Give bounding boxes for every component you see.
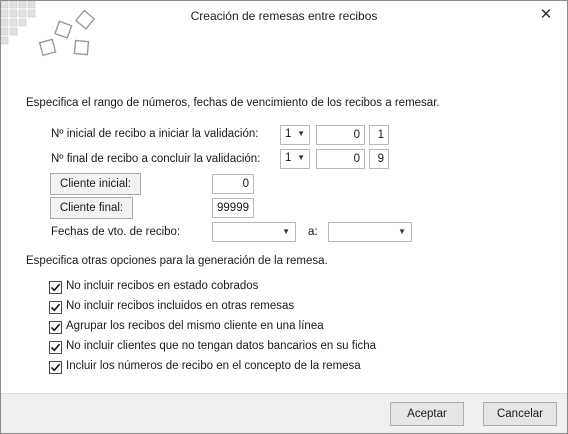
initial-number-field[interactable]: 1 [369, 125, 389, 145]
dialog-title: Creación de remesas entre recibos [190, 9, 378, 23]
final-client-button[interactable]: Cliente final: [50, 197, 133, 219]
cancel-button[interactable]: Cancelar [483, 402, 557, 426]
date-from-picker[interactable]: ▼ [212, 222, 296, 242]
final-receipt-label: Nº final de recibo a concluir la validac… [51, 153, 261, 165]
final-series-select[interactable]: 1 ▼ [280, 149, 310, 169]
date-to-picker[interactable]: ▼ [328, 222, 412, 242]
section-options-heading: Especifica otras opciones para la genera… [26, 255, 328, 267]
checkbox[interactable] [49, 341, 62, 354]
initial-receipt-label: Nº inicial de recibo a iniciar la valida… [51, 128, 259, 140]
chevron-down-icon: ▼ [297, 129, 305, 138]
date-to-label: a: [308, 226, 318, 238]
close-icon[interactable]: ✕ [535, 4, 557, 26]
initial-series-select[interactable]: 1 ▼ [280, 125, 310, 145]
initial-client-button[interactable]: Cliente inicial: [50, 173, 141, 195]
checkbox[interactable] [49, 301, 62, 314]
option-label: No incluir recibos incluidos en otras re… [66, 300, 295, 312]
final-middle-field[interactable]: 0 [316, 149, 365, 169]
checkbox[interactable] [49, 321, 62, 334]
initial-series-value: 1 [285, 128, 292, 140]
option-label: No incluir recibos en estado cobrados [66, 280, 259, 292]
initial-middle-field[interactable]: 0 [316, 125, 365, 145]
dialog-window: Creación de remesas entre recibos ✕ Espe… [0, 0, 568, 434]
checkbox[interactable] [49, 281, 62, 294]
chevron-down-icon: ▼ [398, 227, 406, 236]
due-dates-label: Fechas de vto. de recibo: [51, 226, 181, 238]
chevron-down-icon: ▼ [282, 227, 290, 236]
initial-client-field[interactable]: 0 [212, 174, 254, 194]
final-series-value: 1 [285, 152, 292, 164]
dialog-footer: Aceptar Cancelar [1, 393, 567, 433]
checkbox[interactable] [49, 361, 62, 374]
accept-button[interactable]: Aceptar [390, 402, 464, 426]
chevron-down-icon: ▼ [297, 153, 305, 162]
option-label: Incluir los números de recibo en el conc… [66, 360, 361, 372]
final-number-field[interactable]: 9 [369, 149, 389, 169]
option-label: Agrupar los recibos del mismo cliente en… [66, 320, 324, 332]
option-label: No incluir clientes que no tengan datos … [66, 340, 377, 352]
section-range-heading: Especifica el rango de números, fechas d… [26, 97, 440, 109]
final-client-field[interactable]: 99999 [212, 198, 254, 218]
